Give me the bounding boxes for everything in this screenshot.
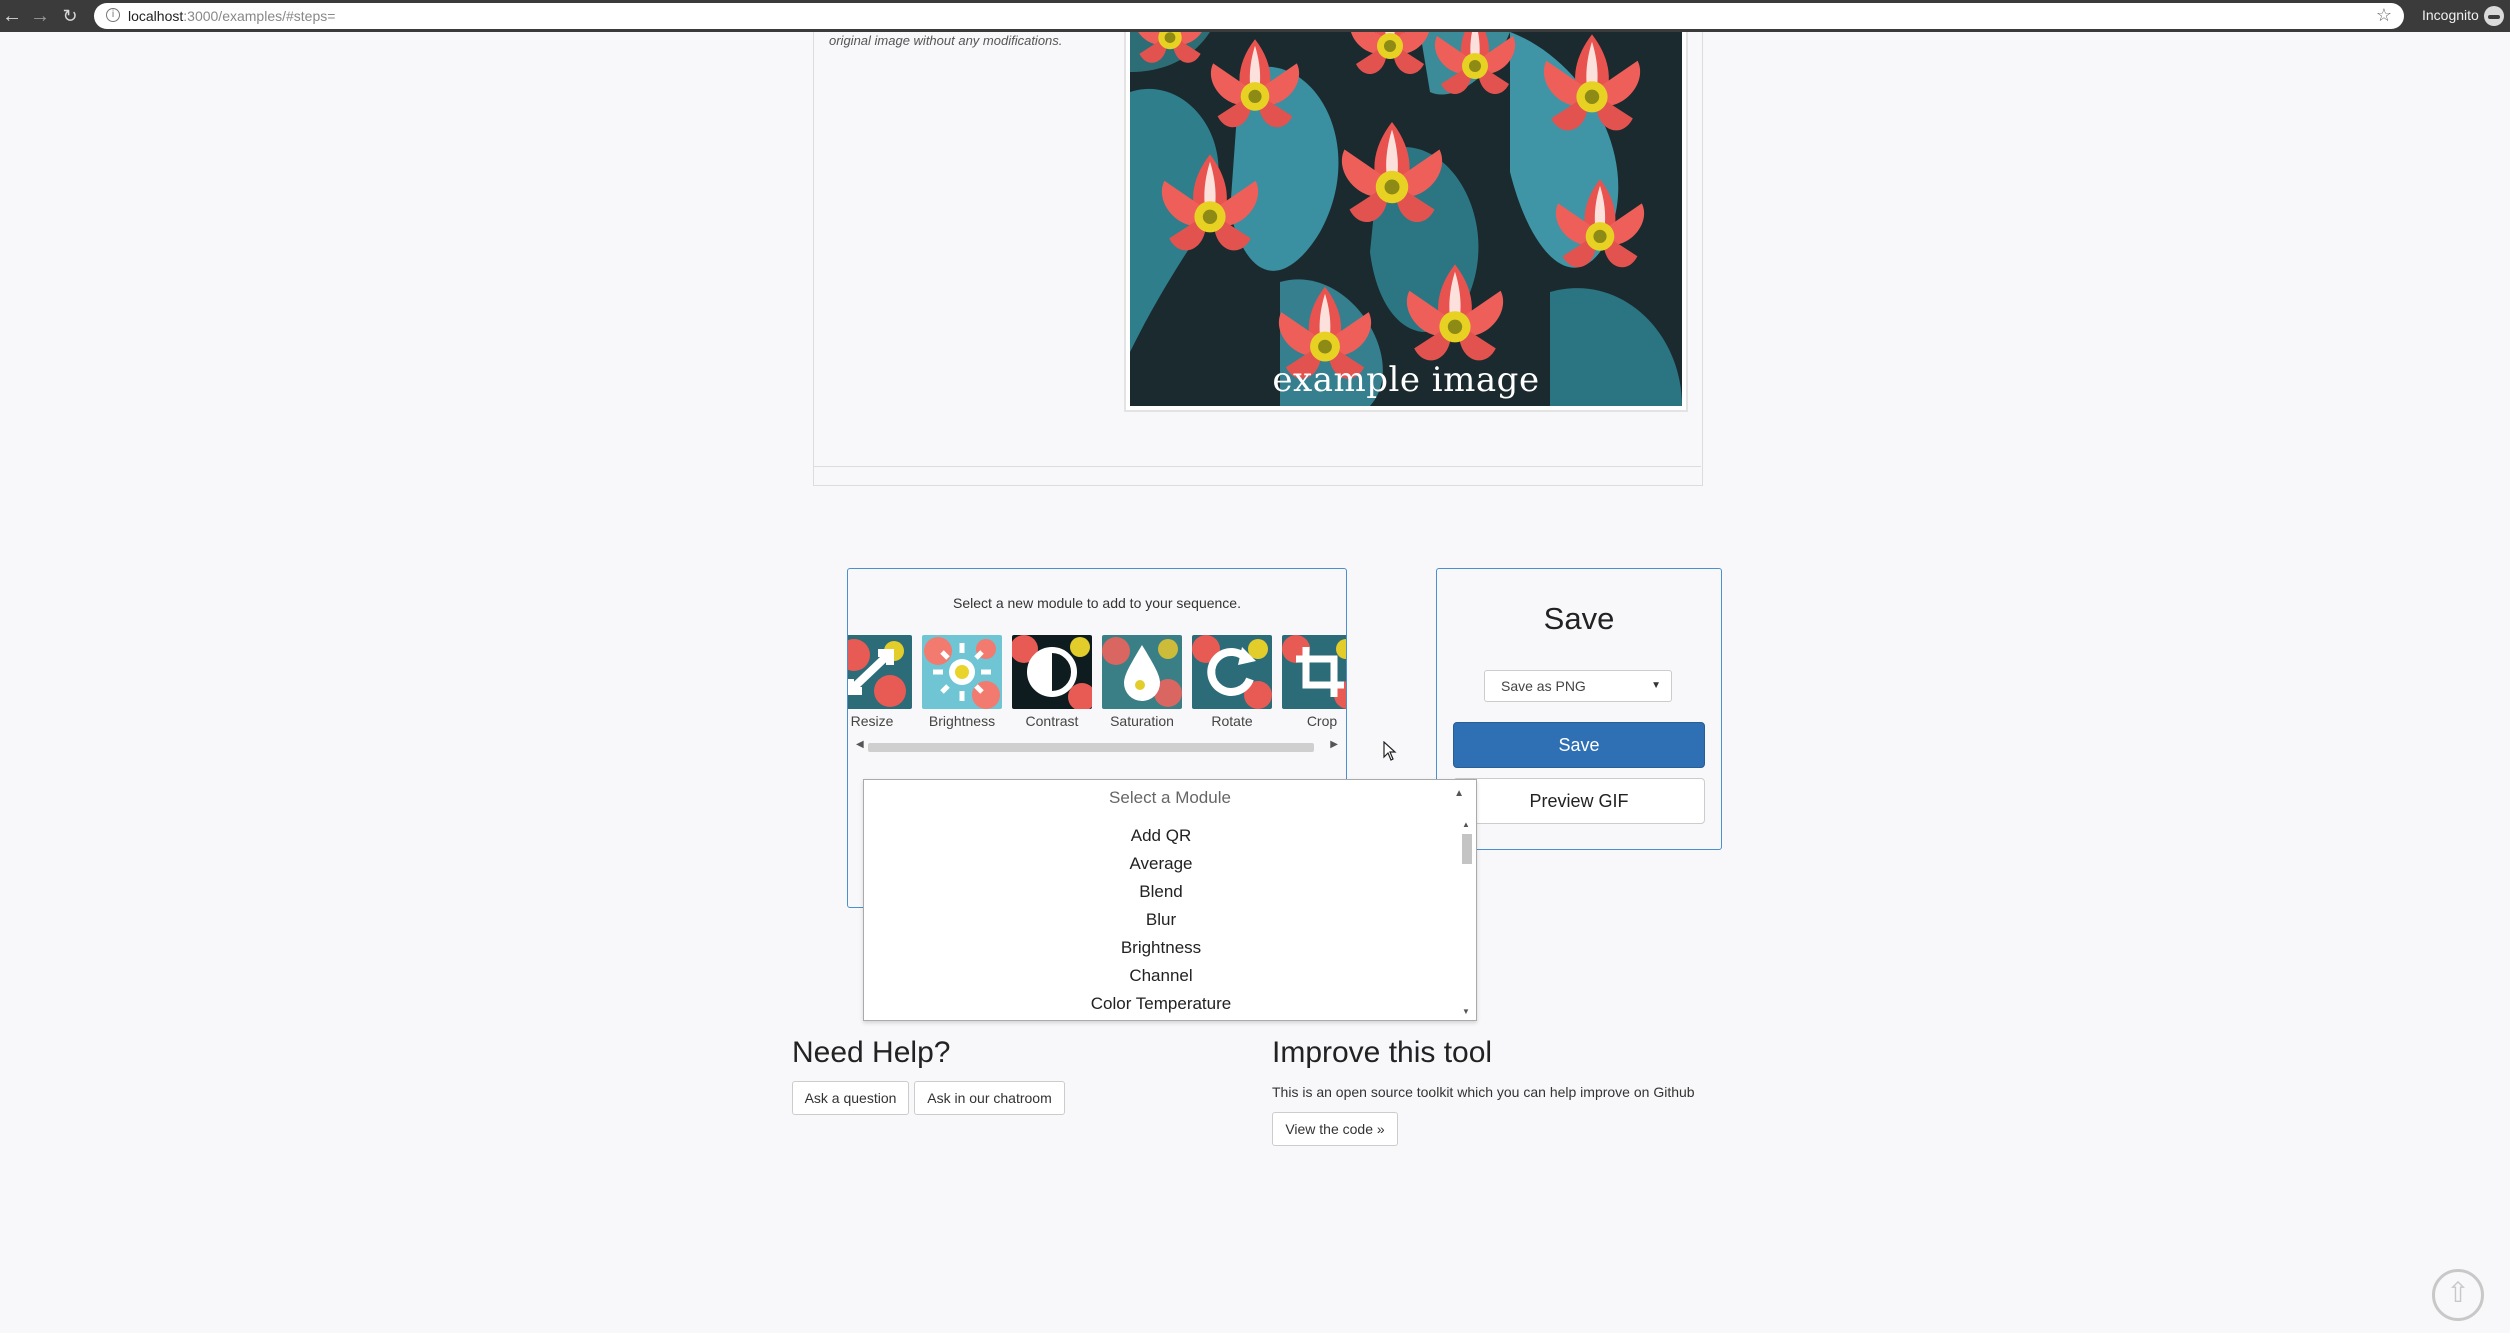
image-caption: original image without any modifications… [829, 33, 1063, 48]
module-label[interactable]: Brightness [922, 713, 1002, 729]
save-card: Save Save as PNG ▼ Save Preview GIF [1436, 568, 1722, 850]
image-watermark-label: example image [1272, 360, 1540, 400]
dropdown-scroll-thumb[interactable] [1462, 834, 1472, 864]
forward-arrow-icon[interactable]: → [28, 4, 52, 28]
module-dropdown[interactable]: Select a Module ▲ Add QR Average Blend B… [863, 779, 1477, 1021]
module-prompt: Select a new module to add to your seque… [953, 595, 1241, 611]
star-icon[interactable]: ☆ [2376, 5, 2392, 26]
scrollbar-thumb[interactable] [868, 743, 1314, 752]
module-thumb-brightness[interactable] [922, 635, 1002, 709]
module-label[interactable]: Rotate [1192, 713, 1272, 729]
module-thumb-crop[interactable] [1282, 635, 1346, 709]
save-title: Save [1543, 601, 1615, 636]
image-frame: example image [1124, 32, 1688, 412]
need-help-title: Need Help? [792, 1036, 951, 1069]
improve-description: This is an open source toolkit which you… [1272, 1084, 1695, 1100]
scroll-to-top-button[interactable]: ⇧ [2432, 1269, 2484, 1321]
chatroom-button[interactable]: Ask in our chatroom [914, 1081, 1065, 1115]
improve-title: Improve this tool [1272, 1036, 1493, 1069]
example-image[interactable]: example image [1130, 32, 1682, 406]
mouse-cursor-icon [1383, 741, 1397, 761]
dropdown-scrollbar[interactable]: ▲ ▼ [1460, 820, 1474, 1016]
incognito-icon[interactable] [2484, 6, 2504, 26]
dropdown-option[interactable]: Channel [864, 962, 1458, 990]
dropdown-options: Add QR Average Blend Blur Brightness Cha… [864, 822, 1458, 1018]
module-label[interactable]: Crop [1282, 713, 1346, 729]
module-label[interactable]: Saturation [1102, 713, 1182, 729]
dropdown-option[interactable]: Brightness [864, 934, 1458, 962]
scroll-up-icon[interactable]: ▲ [1462, 820, 1470, 829]
back-arrow-icon[interactable]: ← [0, 4, 24, 28]
dropdown-option[interactable]: Blend [864, 878, 1458, 906]
info-icon[interactable]: i [106, 8, 120, 22]
incognito-label: Incognito [2422, 7, 2479, 23]
module-label[interactable]: Resize [848, 713, 912, 729]
save-format-select[interactable]: Save as PNG ▼ [1484, 670, 1672, 702]
ask-question-button[interactable]: Ask a question [792, 1081, 909, 1115]
view-code-button[interactable]: View the code » [1272, 1112, 1398, 1146]
module-thumb-contrast[interactable] [1012, 635, 1092, 709]
tulip-photo [1130, 32, 1682, 406]
address-bar[interactable]: i localhost:3000/examples/#steps= ☆ [94, 3, 2404, 29]
dropdown-option[interactable]: Color Temperature [864, 990, 1458, 1018]
url-text: localhost:3000/examples/#steps= [128, 8, 336, 24]
reload-icon[interactable]: ↻ [58, 4, 82, 28]
chevron-down-icon: ▼ [1651, 680, 1661, 691]
browser-toolbar: ← → ↻ i localhost:3000/examples/#steps= … [0, 0, 2510, 32]
dropdown-placeholder[interactable]: Select a Module [864, 788, 1476, 808]
module-scrollbar[interactable]: ◀ ▶ [856, 739, 1338, 753]
save-button[interactable]: Save [1453, 722, 1705, 768]
dropdown-option[interactable]: Add QR [864, 822, 1458, 850]
preview-gif-button[interactable]: Preview GIF [1453, 778, 1705, 824]
dropdown-option[interactable]: Average [864, 850, 1458, 878]
module-label[interactable]: Contrast [1012, 713, 1092, 729]
scroll-right-icon[interactable]: ▶ [1330, 739, 1338, 750]
dropdown-option[interactable]: Blur [864, 906, 1458, 934]
module-thumb-resize[interactable] [848, 635, 912, 709]
scroll-down-icon[interactable]: ▼ [1462, 1007, 1470, 1016]
save-format-value: Save as PNG [1501, 678, 1586, 694]
card-divider [813, 466, 1701, 467]
scroll-left-icon[interactable]: ◀ [856, 739, 864, 750]
chevron-up-icon[interactable]: ▲ [1454, 788, 1464, 799]
module-thumb-rotate[interactable] [1192, 635, 1272, 709]
arrow-up-icon: ⇧ [2446, 1276, 2470, 1309]
module-thumb-saturation[interactable] [1102, 635, 1182, 709]
